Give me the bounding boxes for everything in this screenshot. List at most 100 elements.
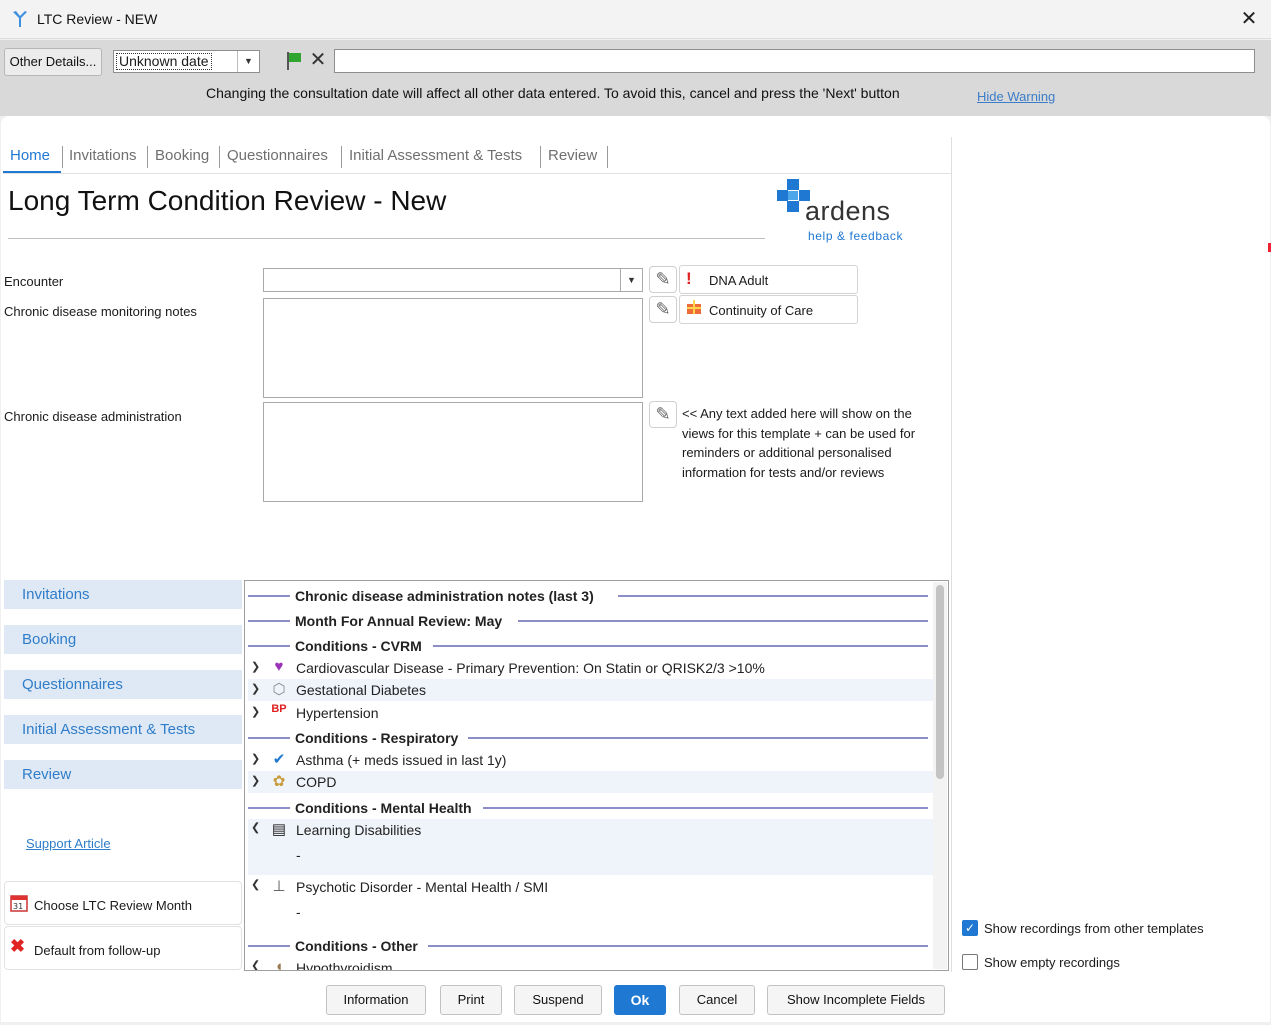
show-empty-recordings-label: Show empty recordings [984,955,1120,970]
consultation-date-value: Unknown date [116,53,212,70]
show-other-templates-label: Show recordings from other templates [984,921,1204,936]
choose-review-month-button[interactable]: 31 Choose LTC Review Month [4,881,242,925]
section-title: Month For Annual Review: May [295,613,509,629]
flag-icon[interactable] [283,50,305,72]
nav-invitations[interactable]: Invitations [4,580,242,609]
list-item[interactable]: ❯ ▤ Learning Disabilities - [248,819,933,875]
thyroid-icon: ◖ [274,958,284,971]
tab-bar: Home Invitations Booking Questionnaires … [3,138,951,174]
section-title: Conditions - Respiratory [295,730,465,746]
information-button[interactable]: Information [326,985,426,1015]
dna-adult-button[interactable]: ! DNA Adult [679,265,858,294]
nav-review[interactable]: Review [4,760,242,789]
panel-divider [951,137,952,972]
chevron-down-icon[interactable]: ❯ [251,705,260,718]
encounter-label: Encounter [4,274,64,289]
default-from-followup-button[interactable]: ✖ Default from follow-up [4,926,242,970]
chevron-down-icon[interactable]: ▼ [620,269,642,291]
svg-text:31: 31 [13,902,23,911]
list-item-value: - [296,904,301,920]
section-header: Conditions - CVRM [248,635,928,655]
section-header: Conditions - Other [248,935,928,955]
tab-review[interactable]: Review [548,147,597,164]
show-other-templates-checkbox[interactable]: ✓ [962,920,978,936]
chevron-down-icon[interactable]: ❯ [251,660,260,673]
show-empty-recordings-checkbox[interactable] [962,954,978,970]
list-item[interactable]: ❯ ◖ Hypothyroidism [248,957,933,971]
tab-initial-assessment[interactable]: Initial Assessment & Tests [349,147,522,164]
exclamation-icon: ! [686,269,692,288]
chevron-up-icon[interactable]: ❯ [251,960,260,970]
nav-questionnaires[interactable]: Questionnaires [4,670,242,699]
consultation-date-select[interactable]: Unknown date ▼ [113,50,260,73]
chevron-up-icon[interactable]: ❯ [251,822,260,835]
lungs-icon: ✿ [272,773,286,790]
chevron-down-icon[interactable]: ❯ [251,752,260,765]
tab-booking[interactable]: Booking [155,147,209,164]
continuity-of-care-button[interactable]: Continuity of Care [679,295,858,324]
list-item-label: Gestational Diabetes [296,682,426,698]
scrollbar[interactable] [933,582,947,969]
cancel-button[interactable]: Cancel [679,985,755,1015]
dna-adult-label: DNA Adult [709,273,769,288]
clear-date-icon[interactable]: ✕ [307,50,329,72]
list-item[interactable]: ❯ ⬡ Gestational Diabetes [248,679,933,701]
page-title: Long Term Condition Review - New [8,185,447,216]
hide-warning-link[interactable]: Hide Warning [977,89,1055,104]
nav-initial-assessment[interactable]: Initial Assessment & Tests [4,715,242,744]
help-feedback-link[interactable]: help & feedback [808,229,903,243]
chevron-down-icon[interactable]: ❯ [251,774,260,787]
title-divider [8,238,765,239]
support-article-link[interactable]: Support Article [26,836,111,851]
other-details-button[interactable]: Other Details... [4,48,102,76]
monitoring-notes-textarea[interactable] [263,298,643,398]
list-item[interactable]: ❯ BP Hypertension [248,702,933,724]
pencil-icon[interactable]: ✎ [649,401,677,428]
tab-separator [147,146,148,168]
list-item[interactable]: ❯ ⊥ Psychotic Disorder - Mental Health /… [248,876,933,932]
tab-separator [540,146,541,168]
print-button[interactable]: Print [440,985,502,1015]
scrollbar-thumb[interactable] [936,585,944,779]
list-item[interactable]: ❯ ✿ COPD [248,771,933,793]
show-incomplete-fields-button[interactable]: Show Incomplete Fields [767,985,945,1015]
gift-icon [687,300,701,314]
section-header: Conditions - Mental Health [248,797,928,817]
tab-home[interactable]: Home [10,147,50,164]
section-header: Month For Annual Review: May [248,610,928,630]
chevron-down-icon[interactable]: ▼ [237,51,259,72]
ardens-logo: ardens help & feedback [777,178,912,244]
nav-booking[interactable]: Booking [4,625,242,654]
glucose-drop-icon: ⬡ [272,681,286,698]
chevron-up-icon[interactable]: ❯ [251,879,260,892]
monitoring-notes-label: Chronic disease monitoring notes [4,304,197,319]
ok-button[interactable]: Ok [614,985,666,1015]
pencil-icon[interactable]: ✎ [649,296,677,323]
tab-separator [62,146,63,168]
list-item[interactable]: ❯ ♥ Cardiovascular Disease - Primary Pre… [248,657,933,679]
close-window-button[interactable]: ✕ [1236,8,1262,32]
ardens-brand-text: ardens [805,196,891,226]
admin-textarea[interactable] [263,402,643,502]
tab-separator [219,146,220,168]
section-title: Conditions - Mental Health [295,800,478,816]
tab-questionnaires[interactable]: Questionnaires [227,147,328,164]
consultation-text-input[interactable] [334,49,1255,73]
chevron-down-icon[interactable]: ❯ [251,682,260,695]
section-title: Conditions - CVRM [295,638,428,654]
section-header: Conditions - Respiratory [248,727,928,747]
id-card-icon: ▤ [271,821,287,838]
tab-invitations[interactable]: Invitations [69,147,137,164]
blood-pressure-icon: BP [271,703,287,715]
list-item[interactable]: ❯ ✔ Asthma (+ meds issued in last 1y) [248,749,933,771]
default-from-followup-label: Default from follow-up [34,943,161,958]
list-item-label: Asthma (+ meds issued in last 1y) [296,752,507,768]
close-icon: ✕ [1240,8,1258,30]
pencil-icon[interactable]: ✎ [649,266,677,293]
recordings-list[interactable]: Chronic disease administration notes (la… [244,580,949,971]
encounter-select[interactable]: ▼ [263,268,643,292]
suspend-button[interactable]: Suspend [514,985,602,1015]
section-title: Conditions - Other [295,938,424,954]
list-item-value: - [296,847,301,863]
admin-label: Chronic disease administration [4,409,182,424]
